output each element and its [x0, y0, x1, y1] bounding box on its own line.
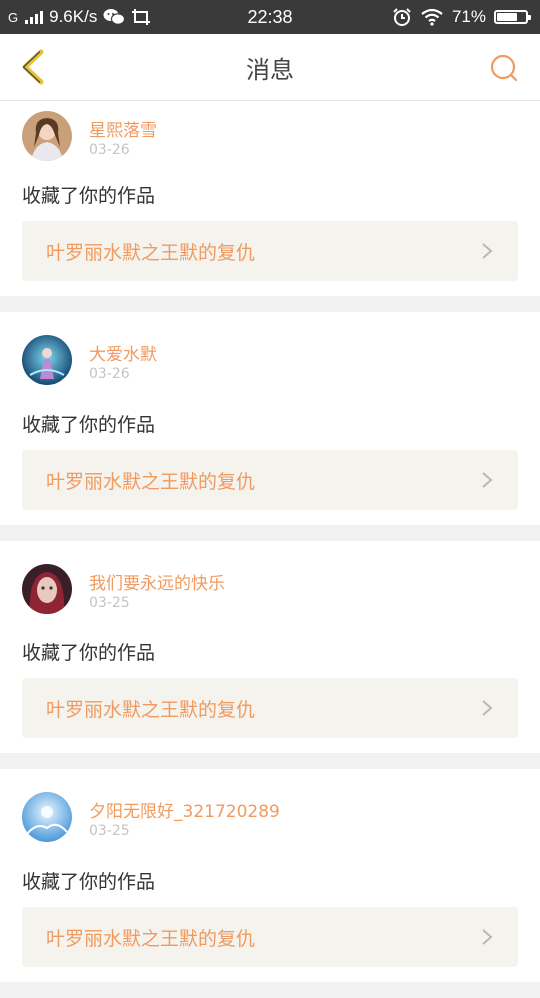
- message-date: 03-25: [89, 595, 130, 611]
- alarm-icon: [393, 8, 411, 26]
- avatar[interactable]: [22, 111, 72, 161]
- battery-icon: [494, 10, 531, 24]
- app-header: 消息: [0, 34, 540, 101]
- avatar[interactable]: [22, 792, 72, 842]
- message-header: 我们要永远的快乐 03-25: [22, 541, 518, 618]
- message-list: 星熙落雪 03-26 收藏了你的作品 叶罗丽水默之王默的复仇 大爱水默 03-2…: [0, 101, 540, 998]
- work-title: 叶罗丽水默之王默的复仇: [46, 241, 256, 264]
- search-button[interactable]: [488, 52, 520, 84]
- chevron-right-icon: [482, 700, 493, 716]
- status-right: 71%: [392, 0, 531, 34]
- work-link[interactable]: 叶罗丽水默之王默的复仇: [22, 907, 518, 967]
- search-icon: [490, 54, 518, 82]
- message-header: 大爱水默 03-26: [22, 312, 518, 390]
- work-title: 叶罗丽水默之王默的复仇: [46, 470, 256, 493]
- avatar[interactable]: [22, 335, 72, 385]
- status-bar: G 9.6K/s 22:38 71%: [0, 0, 540, 34]
- work-link[interactable]: 叶罗丽水默之王默的复仇: [22, 450, 518, 510]
- wifi-icon: [421, 8, 443, 26]
- action-text: 收藏了你的作品: [22, 642, 156, 664]
- chevron-right-icon: [482, 472, 493, 488]
- message-date: 03-25: [89, 823, 130, 839]
- work-title: 叶罗丽水默之王默的复仇: [46, 927, 256, 950]
- action-text: 收藏了你的作品: [22, 414, 156, 436]
- username[interactable]: 星熙落雪: [89, 116, 157, 141]
- message-header: 夕阳无限好_321720289 03-25: [22, 769, 518, 847]
- work-link[interactable]: 叶罗丽水默之王默的复仇: [22, 221, 518, 281]
- work-link[interactable]: 叶罗丽水默之王默的复仇: [22, 678, 518, 738]
- page-title: 消息: [246, 55, 294, 84]
- message-card: 星熙落雪 03-26 收藏了你的作品 叶罗丽水默之王默的复仇: [0, 101, 540, 296]
- chevron-right-icon: [482, 243, 493, 259]
- battery-percent: 71%: [451, 7, 486, 26]
- message-date: 03-26: [89, 142, 130, 158]
- battery-fill: [497, 13, 517, 21]
- username[interactable]: 大爱水默: [89, 340, 157, 365]
- message-card: 我们要永远的快乐 03-25 收藏了你的作品 叶罗丽水默之王默的复仇: [0, 541, 540, 753]
- action-text: 收藏了你的作品: [22, 185, 156, 207]
- message-date: 03-26: [89, 366, 130, 382]
- message-card: 夕阳无限好_321720289 03-25 收藏了你的作品 叶罗丽水默之王默的复…: [0, 769, 540, 982]
- avatar[interactable]: [22, 564, 72, 614]
- chevron-right-icon: [482, 929, 493, 945]
- message-card: 大爱水默 03-26 收藏了你的作品 叶罗丽水默之王默的复仇: [0, 312, 540, 525]
- work-title: 叶罗丽水默之王默的复仇: [46, 698, 256, 721]
- username[interactable]: 我们要永远的快乐: [89, 569, 225, 594]
- username[interactable]: 夕阳无限好_321720289: [89, 797, 280, 822]
- message-header: 星熙落雪 03-26: [22, 101, 518, 161]
- action-text: 收藏了你的作品: [22, 871, 156, 893]
